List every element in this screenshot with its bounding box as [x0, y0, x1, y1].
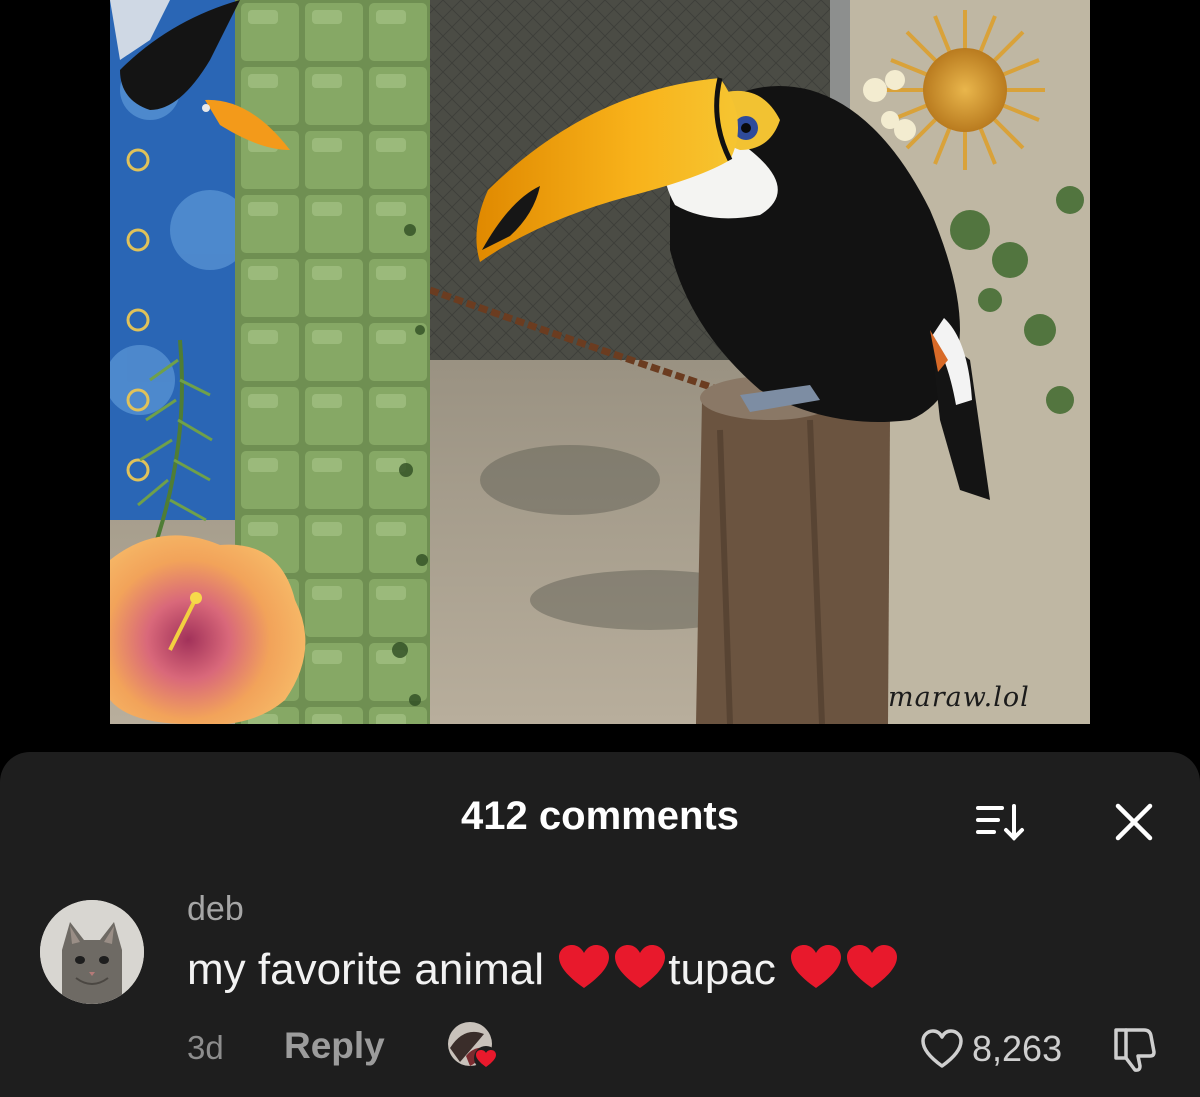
close-button[interactable] [1112, 800, 1156, 844]
like-count: 8,263 [972, 1028, 1063, 1069]
close-icon [1115, 803, 1153, 841]
comment-timestamp: 3d [187, 1029, 224, 1066]
heart-outline-icon [921, 1029, 963, 1068]
comment-text-part2: tupac [668, 945, 789, 994]
sort-icon [976, 804, 1024, 841]
dislike-button[interactable] [1108, 1024, 1160, 1074]
avatar[interactable] [40, 900, 144, 1004]
watermark-text: maraw.lol [888, 682, 1030, 713]
red-heart-emoji [615, 945, 666, 988]
red-heart-emoji [847, 945, 898, 988]
reply-button[interactable]: Reply [284, 1025, 385, 1067]
creator-liked-badge [444, 1018, 504, 1074]
sort-button[interactable] [972, 800, 1028, 844]
post-media: maraw.lol [110, 0, 1090, 724]
comment-text: my favorite animal tupac [187, 944, 900, 995]
comment-username[interactable]: deb [187, 890, 244, 929]
comment-text-part1: my favorite animal [187, 945, 557, 994]
cat-avatar-image [40, 900, 144, 1004]
red-heart-emoji [791, 945, 842, 988]
like-button[interactable]: 8,263 [920, 1024, 1062, 1074]
thumbs-down-icon [1114, 1028, 1156, 1072]
creator-liked-icon [448, 1022, 498, 1070]
red-heart-emoji [559, 945, 610, 988]
